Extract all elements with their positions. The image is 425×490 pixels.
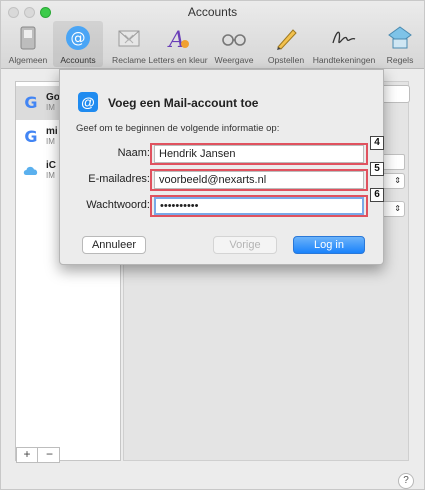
step-badge-5: 5 — [370, 162, 384, 176]
name-field[interactable]: Hendrik Jansen — [154, 145, 364, 163]
help-button[interactable]: ? — [398, 473, 414, 489]
step-badge-6: 6 — [370, 188, 384, 202]
name-label: Naam: — [117, 147, 150, 159]
accounts-window: Accounts Algemeen @ Accounts Reclame A L… — [0, 0, 425, 490]
add-remove-control: + − — [16, 447, 60, 463]
cancel-button[interactable]: Annuleer — [82, 236, 146, 254]
dialog-title: Voeg een Mail-account toe — [108, 96, 259, 110]
login-button[interactable]: Log in — [293, 236, 365, 254]
svg-text:A: A — [167, 28, 185, 51]
google-icon: G — [24, 127, 37, 145]
chevron-updown-icon: ⇕ — [394, 204, 401, 213]
rules-icon — [388, 26, 412, 49]
signature-icon — [332, 31, 356, 44]
font-color-icon: A — [167, 28, 189, 51]
password-label: Wachtwoord: — [86, 199, 150, 211]
add-mail-account-sheet: @ Voeg een Mail-account toe Geef om te b… — [59, 69, 384, 265]
svg-text:@: @ — [71, 29, 86, 47]
icloud-icon — [23, 166, 38, 175]
remove-account-button[interactable]: − — [39, 448, 60, 462]
preferences-toolbar: Accounts Algemeen @ Accounts Reclame A L… — [1, 1, 424, 69]
at-sign-icon: @ — [66, 26, 90, 50]
at-sign-icon: @ — [78, 92, 98, 112]
svg-text:G: G — [24, 93, 37, 111]
window-title: Accounts — [187, 5, 238, 19]
svg-text:G: G — [24, 127, 37, 145]
email-field[interactable]: voorbeeld@nexarts.nl — [154, 171, 364, 189]
tab-rules[interactable]: Regels — [375, 21, 425, 67]
step-badge-4: 4 — [370, 136, 384, 150]
chevron-updown-icon: ⇕ — [394, 176, 401, 185]
tab-composing[interactable]: Opstellen — [261, 21, 311, 67]
email-label: E-mailadres: — [88, 173, 150, 185]
add-account-button[interactable]: + — [17, 448, 38, 462]
junk-mail-icon — [118, 30, 140, 47]
previous-button[interactable]: Vorige — [213, 236, 277, 254]
pencil-icon — [277, 29, 297, 50]
google-icon: G — [24, 93, 37, 111]
password-field[interactable]: •••••••••• — [154, 197, 364, 215]
glasses-icon — [222, 34, 246, 46]
general-switch-icon — [20, 26, 36, 50]
tab-fonts-colors[interactable]: A Letters en kleur — [148, 21, 207, 67]
tab-signatures[interactable]: Handtekeningen — [313, 21, 375, 67]
dialog-subtitle: Geef om te beginnen de volgende informat… — [76, 123, 280, 134]
